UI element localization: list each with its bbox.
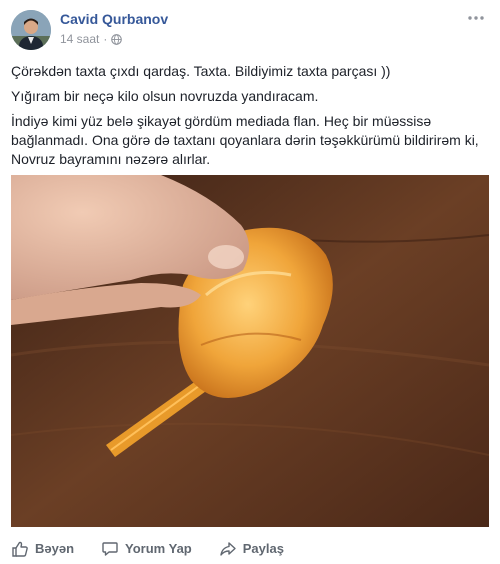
post-paragraph: Çörəkdən taxta çıxdı qardaş. Taxta. Bild… xyxy=(11,63,391,79)
more-options-icon xyxy=(468,16,484,20)
bread-with-wood-image xyxy=(11,175,489,527)
post-timestamp[interactable]: 14 saat xyxy=(60,32,99,46)
comment-label: Yorum Yap xyxy=(125,541,192,556)
share-button[interactable]: Paylaş xyxy=(219,540,284,558)
like-label: Bəyən xyxy=(35,541,75,556)
post-paragraph: Yığıram bir neçə kilo olsun novruzda yan… xyxy=(11,88,319,104)
like-button[interactable]: Bəyən xyxy=(11,540,74,558)
post-options-button[interactable] xyxy=(466,8,486,28)
post-photo[interactable] xyxy=(11,175,489,527)
facebook-post: Cavid Qurbanov 14 saat · Çörəkdən taxta … xyxy=(0,0,500,564)
thumbs-up-icon xyxy=(12,541,28,557)
post-paragraph: İndiyə kimi yüz belə şikayət gördüm medi… xyxy=(11,113,479,167)
share-arrow-icon xyxy=(220,541,236,556)
post-text: Çörəkdən taxta çıxdı qardaş. Taxta. Bild… xyxy=(11,62,489,175)
meta-separator: · xyxy=(103,32,108,46)
profile-photo xyxy=(11,10,51,50)
post-meta: 14 saat · xyxy=(60,32,123,46)
comment-icon xyxy=(102,541,118,556)
post-actions: Bəyən Yorum Yap Paylaş xyxy=(0,533,500,564)
avatar[interactable] xyxy=(11,10,51,50)
privacy-globe-icon[interactable] xyxy=(111,33,123,45)
comment-button[interactable]: Yorum Yap xyxy=(101,540,192,558)
author-name[interactable]: Cavid Qurbanov xyxy=(60,11,168,27)
share-label: Paylaş xyxy=(242,541,284,556)
